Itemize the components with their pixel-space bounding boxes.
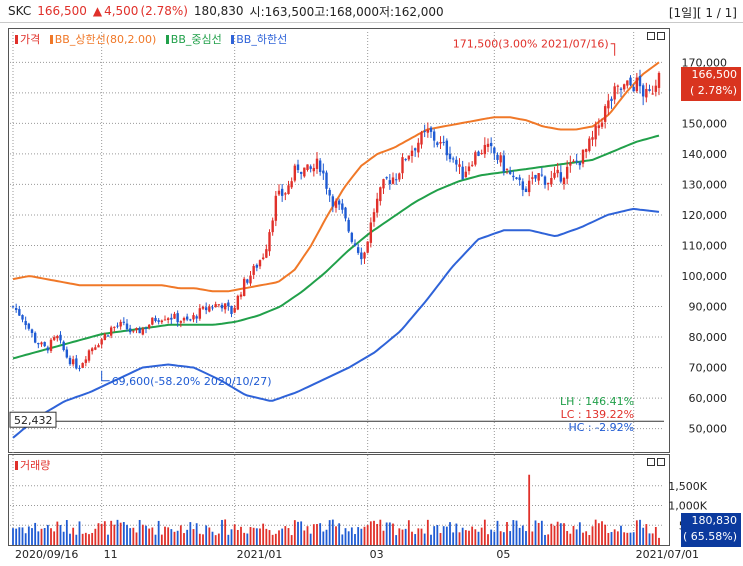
x-tick-label: 05 <box>496 548 510 561</box>
x-tick-label: 2020/09/16 <box>15 548 78 561</box>
legend-bb-upper: BB_상한선(80,2.00) <box>49 33 156 46</box>
stock-name: SKC <box>8 4 32 18</box>
quote-header: SKC 166,500 ▲ 4,500 (2.78%) 180,830 시:16… <box>0 0 743 23</box>
x-tick-label: 03 <box>370 548 384 561</box>
legend-volume: 거래량 <box>15 459 50 472</box>
x-tick-label: 2021/01 <box>237 548 283 561</box>
trade-volume: 180,830 <box>193 4 244 18</box>
y-tick-label: 150,000 <box>682 117 728 130</box>
y-tick-label: 100,000 <box>682 270 728 283</box>
low-price: 저:162,000 <box>378 4 444 19</box>
y-tick-label: 130,000 <box>682 178 728 191</box>
maximize-icon[interactable] <box>647 458 655 466</box>
x-tick-label: 2021/07/01 <box>636 548 699 561</box>
volume-chart-panel[interactable]: 거래량 <box>8 454 670 546</box>
price-change-pct: (2.78%) <box>140 4 188 18</box>
panel-window-buttons[interactable] <box>645 32 665 43</box>
maximize-icon[interactable] <box>647 32 655 40</box>
high-price: 고:168,000 <box>314 4 379 19</box>
y-tick-label: 80,000 <box>689 331 728 344</box>
vol-tick-label: 1,000K <box>668 500 707 513</box>
lc-stat: LC : 139.22% <box>560 408 635 421</box>
open-price: 시:163,500 <box>249 4 315 19</box>
y-tick-label: 50,000 <box>689 423 728 436</box>
price-change: 4,500 <box>104 4 139 18</box>
y-tick-label: 120,000 <box>682 209 728 222</box>
change-arrow-icon: ▲ <box>92 4 103 18</box>
page-indicator[interactable]: [1일][ 1 / 1] <box>669 4 737 21</box>
legend-bb-lower: BB_하한선 <box>231 33 287 46</box>
legend-price: 가격 <box>15 33 40 46</box>
close-icon[interactable] <box>657 32 665 40</box>
lh-lc-hc-stats: LH : 146.41% LC : 139.22% HC : -2.92% <box>560 395 634 434</box>
last-price-box: 166,500 ( 2.78%) <box>681 67 741 101</box>
close-icon[interactable] <box>657 458 665 466</box>
y-tick-label: 60,000 <box>689 392 728 405</box>
x-tick-label: 11 <box>104 548 118 561</box>
legend-bb-mid: BB_중심선 <box>165 33 222 46</box>
hc-stat: HC : -2.92% <box>568 421 635 434</box>
y-tick-label: 110,000 <box>682 239 728 252</box>
volume-window-buttons[interactable] <box>645 458 665 469</box>
price-chart-panel[interactable]: 가격 BB_상한선(80,2.00) BB_중심선 BB_하한선 <box>8 28 670 453</box>
current-price: 166,500 <box>37 4 87 18</box>
last-volume-box: 180,830 ( 65.58%) <box>681 513 741 547</box>
y-tick-label: 70,000 <box>689 362 728 375</box>
y-tick-label: 90,000 <box>689 301 728 314</box>
price-legend: 가격 BB_상한선(80,2.00) BB_중심선 BB_하한선 <box>15 31 293 47</box>
lh-stat: LH : 146.41% <box>560 395 635 408</box>
y-tick-label: 140,000 <box>682 148 728 161</box>
volume-legend: 거래량 <box>15 457 56 473</box>
vol-tick-label: 1,500K <box>668 480 707 493</box>
